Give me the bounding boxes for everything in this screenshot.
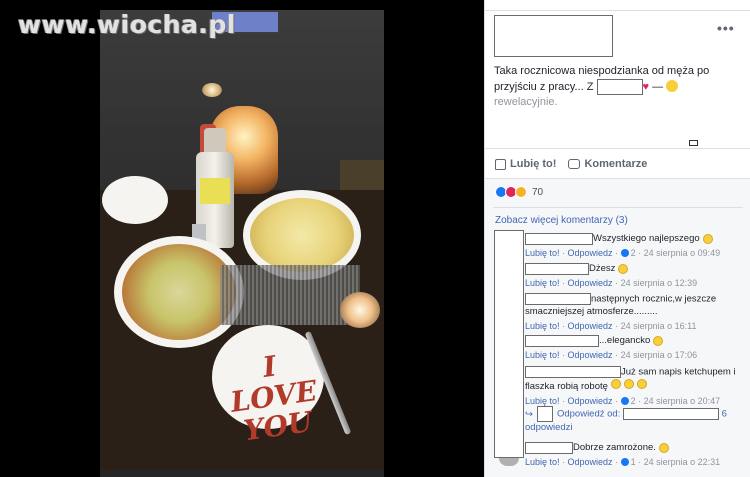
commenter-redacted[interactable] (525, 335, 599, 347)
comment-like-link[interactable]: Lubię to! (525, 350, 560, 360)
tag-redacted[interactable] (596, 79, 643, 95)
comment-reply-link[interactable]: Odpowiedz (568, 350, 613, 360)
comment-like-link[interactable]: Lubię to! (525, 321, 560, 331)
reply-author-redacted (622, 408, 719, 420)
reaction-count: 70 (532, 186, 544, 198)
commenter-redacted[interactable] (525, 293, 591, 305)
author-redacted[interactable] (494, 15, 613, 57)
dash-text: — (652, 80, 664, 93)
reply-suffix: odpowiedzi (525, 422, 573, 433)
reply-label: Odpowiedź od: (556, 408, 621, 420)
tea-light (202, 83, 222, 97)
comment-2: Dżesz Lubię to! · Odpowiedz · 24 sierpni… (525, 263, 698, 288)
wow-reaction-icon (515, 186, 527, 198)
tag-marker (689, 140, 698, 146)
comment-text: ...elegancko (599, 335, 651, 346)
comment-3: następnych rocznic,w jeszcze smaczniejsz… (525, 293, 717, 331)
post-text-end: rewelacyjnie. (494, 96, 558, 108)
comment-button[interactable]: Komentarze (568, 158, 647, 170)
comment-icon (568, 159, 581, 169)
comment-time[interactable]: 24 sierpnia o 12:39 (621, 278, 698, 288)
like-label: Lubię to! (510, 158, 557, 170)
comment-text: Wszystkiego najlepszego (593, 233, 700, 244)
comment-time[interactable]: 24 sierpnia o 16:11 (621, 321, 697, 331)
comment-reply-link[interactable]: Odpowiedz (568, 278, 613, 288)
comment-5: Już sam napis ketchupem i flaszka robią … (525, 366, 736, 406)
small-candle (340, 292, 380, 328)
commenter-redacted[interactable] (525, 233, 593, 245)
smile-emoji-icon (702, 234, 713, 244)
comment-like-link[interactable]: Lubię to! (525, 248, 560, 258)
grin-emoji-icon (623, 378, 634, 389)
comment-4: ...elegancko Lubię to! · Odpowiedz · 24 … (525, 335, 698, 360)
comment-1: Wszystkiego najlepszego Lubię to! · Odpo… (525, 233, 721, 258)
like-count-icon (620, 396, 629, 405)
comment-time[interactable]: 24 sierpnia o 20:47 (644, 396, 721, 406)
reply-avatar-redacted (536, 406, 553, 422)
like-count-icon (620, 249, 629, 257)
post-photo[interactable]: I LOVE YOU (100, 10, 384, 477)
bottle-label (200, 178, 230, 204)
like-count-icon (620, 458, 629, 466)
comment-likes: 2 (630, 248, 636, 258)
grin-emoji-icon (636, 378, 647, 389)
comment-time[interactable]: 24 sierpnia o 22:31 (644, 457, 721, 467)
smile-emoji-icon (653, 336, 664, 346)
love-you-text: I LOVE YOU (223, 346, 323, 447)
smile-emoji-icon (658, 443, 669, 453)
comment-likes: 1 (630, 457, 636, 467)
comment-time[interactable]: 24 sierpnia o 17:06 (621, 350, 698, 360)
grin-emoji-icon (610, 378, 621, 389)
reply-count: 6 (721, 408, 727, 420)
comments-divider (493, 207, 743, 208)
smile-emoji-icon (666, 79, 679, 92)
comment-text: Dobrze zamrożone. (573, 442, 656, 453)
comment-reply-link[interactable]: Odpowiedz (568, 248, 613, 258)
more-comments-link[interactable]: Zobacz więcej komentarzy (3) (495, 215, 628, 226)
comment-text: Dżesz (589, 263, 616, 274)
comment-reply-link[interactable]: Odpowiedz (568, 396, 613, 406)
comment-reply-link[interactable]: Odpowiedz (568, 457, 613, 467)
watermark: www.wiocha.pl (18, 10, 236, 39)
commenter-redacted[interactable] (525, 263, 589, 275)
comment-6: Dobrze zamrożone. Lubię to! · Odpowiedz … (525, 442, 721, 467)
photo-panel: I LOVE YOU www.wiocha.pl (0, 0, 484, 477)
reply-arrow-icon: ↪ (525, 408, 533, 420)
top-divider (485, 10, 750, 11)
left-pizza (122, 244, 236, 340)
comment-reply-link[interactable]: Odpowiedz (568, 321, 613, 331)
reaction-summary[interactable]: 70 (495, 186, 543, 198)
commenter-redacted[interactable] (525, 442, 573, 454)
laugh-emoji-icon (618, 264, 629, 274)
avatar-redacted[interactable] (494, 230, 524, 458)
post-sidebar: ••• Taka rocznicowa niespodzianka od męż… (484, 0, 750, 477)
thumbs-up-icon (495, 158, 506, 170)
actions-divider (485, 148, 750, 149)
more-options-icon[interactable]: ••• (717, 20, 735, 36)
comment-like-link[interactable]: Lubię to! (525, 396, 560, 406)
comment-likes: 2 (630, 395, 636, 406)
comment-like-link[interactable]: Lubię to! (525, 457, 560, 467)
comment-label: Komentarze (584, 158, 648, 170)
comment-like-link[interactable]: Lubię to! (525, 278, 560, 288)
right-pizza (250, 198, 354, 272)
commenter-redacted[interactable] (525, 366, 621, 378)
view-replies-link[interactable]: ↪ Odpowiedź od: 6 odpowiedzi (525, 406, 747, 434)
like-button[interactable]: Lubię to! (495, 158, 556, 170)
comment-time[interactable]: 24 sierpnia o 09:49 (644, 248, 721, 258)
small-plate (102, 176, 168, 224)
post-text: Taka rocznicowa niespodzianka od męża po… (494, 64, 740, 110)
heart-icon: ♥ (642, 80, 650, 93)
post-actions: Lubię to! Komentarze (495, 156, 659, 172)
table-mat (220, 265, 360, 325)
